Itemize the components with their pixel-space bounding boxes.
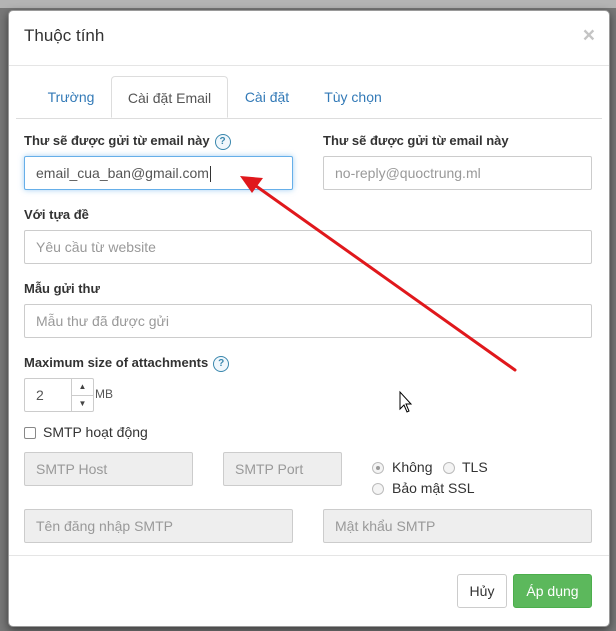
smtp-active-checkbox[interactable] [24,427,36,439]
dialog-footer: Hủy Áp dụng [9,555,609,627]
dialog-header: Thuộc tính × [9,11,609,66]
template-label: Mẫu gửi thư [24,281,100,296]
radio-none[interactable] [372,462,384,474]
max-size-value: 2 [36,387,44,403]
radio-ssl-label: Bảo mật SSL [392,480,475,496]
tab-options[interactable]: Tùy chọn [309,76,397,117]
tab-settings[interactable]: Cài đặt [232,76,302,117]
question-circle-icon[interactable]: ? [214,133,231,150]
smtp-host-input[interactable]: SMTP Host [24,452,193,486]
radio-none-label: Không [392,459,433,475]
reply-email-label: Thư sẽ được gửi từ email này [323,133,509,148]
close-icon[interactable]: × [583,24,595,48]
from-email-label: Thư sẽ được gửi từ email này? [24,133,231,150]
stepper-down-icon[interactable]: ▼ [72,396,93,412]
radio-tls-label: TLS [462,459,488,475]
from-email-value: email_cua_ban@gmail.com [36,165,209,181]
radio-ssl[interactable] [372,483,384,495]
smtp-active-label: SMTP hoạt động [43,424,148,440]
tab-bar: Trường Cài đặt Email Cài đặt Tùy chọn [16,76,602,119]
smtp-username-input[interactable]: Tên đăng nhập SMTP [24,509,293,543]
cancel-button[interactable]: Hủy [457,574,507,608]
dialog-title: Thuộc tính [24,26,105,45]
max-size-label: Maximum size of attachments? [24,355,230,372]
stepper-up-icon[interactable]: ▲ [72,379,93,396]
tab-email-settings[interactable]: Cài đặt Email [111,76,228,118]
smtp-port-input[interactable]: SMTP Port [223,452,342,486]
properties-dialog: Thuộc tính × Trường Cài đặt Email Cài đặ… [8,10,610,627]
from-email-label-text: Thư sẽ được gửi từ email này [24,133,210,148]
subject-input[interactable]: Yêu cầu từ website [24,230,592,264]
reply-email-input[interactable]: no-reply@quoctrung.ml [323,156,592,190]
apply-button[interactable]: Áp dụng [513,574,592,608]
from-email-input[interactable]: email_cua_ban@gmail.com [24,156,293,190]
question-circle-icon[interactable]: ? [213,355,230,372]
subject-label: Với tựa đề [24,207,89,222]
max-size-label-text: Maximum size of attachments [24,355,209,370]
stepper-controls: ▲ ▼ [71,379,93,411]
size-unit: MB [95,387,113,401]
tab-fields[interactable]: Trường [35,76,107,117]
template-input[interactable]: Mẫu thư đã được gửi [24,304,592,338]
radio-tls[interactable] [443,462,455,474]
text-caret [209,166,211,183]
background-page-strip [0,0,616,8]
smtp-password-input[interactable]: Mật khẩu SMTP [323,509,592,543]
